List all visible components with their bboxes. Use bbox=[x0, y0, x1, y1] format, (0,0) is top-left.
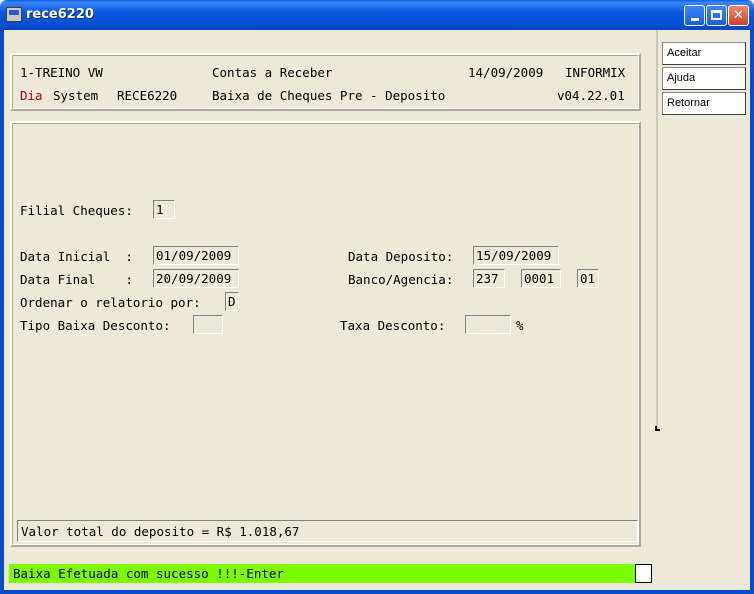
window-title: rece6220 bbox=[26, 7, 94, 22]
maximize-icon bbox=[711, 10, 722, 20]
ajuda-button[interactable]: Ajuda bbox=[662, 67, 746, 90]
filial-label: Filial Cheques: bbox=[20, 203, 133, 218]
taxa-desconto-label: Taxa Desconto: bbox=[340, 318, 446, 333]
maximize-button[interactable] bbox=[706, 5, 727, 26]
percent-sign: % bbox=[516, 318, 524, 333]
company-name: 1-TREINO VW bbox=[20, 65, 103, 80]
taxa-desconto-field[interactable] bbox=[465, 315, 511, 334]
data-final-label: Data Final : bbox=[20, 272, 133, 287]
dia-label: Dia bbox=[20, 88, 43, 103]
module-name: Contas a Receber bbox=[212, 65, 333, 80]
filial-field[interactable]: 1 bbox=[153, 200, 175, 219]
status-message: Baixa Efetuada com sucesso !!!-Enter bbox=[9, 564, 635, 583]
agencia-field[interactable]: 0001 bbox=[521, 269, 561, 288]
agencia-dv-field[interactable]: 01 bbox=[577, 269, 599, 288]
close-icon: ✕ bbox=[733, 8, 744, 23]
total-deposito-text: Valor total do deposito = R$ 1.018,67 bbox=[21, 524, 300, 539]
ordenar-label: Ordenar o relatorio por: bbox=[20, 295, 201, 310]
form-panel bbox=[10, 121, 641, 547]
program-code: RECE6220 bbox=[117, 88, 178, 103]
close-button[interactable]: ✕ bbox=[728, 5, 749, 26]
minimize-button[interactable] bbox=[684, 5, 705, 26]
data-inicial-label: Data Inicial : bbox=[20, 249, 133, 264]
title-bar[interactable]: rece6220 ✕ bbox=[0, 0, 754, 30]
data-inicial-field[interactable]: 01/09/2009 bbox=[153, 246, 239, 265]
retornar-button[interactable]: Retornar bbox=[662, 92, 746, 115]
database-name: INFORMIX bbox=[565, 65, 626, 80]
total-panel: Valor total do deposito = R$ 1.018,67 bbox=[17, 520, 638, 542]
data-deposito-label: Data Deposito: bbox=[348, 249, 454, 264]
tipo-baixa-label: Tipo Baixa Desconto: bbox=[20, 318, 171, 333]
enter-input[interactable] bbox=[635, 564, 652, 583]
screen-title: Baixa de Cheques Pre - Deposito bbox=[212, 88, 446, 103]
resize-grip[interactable] bbox=[655, 426, 660, 431]
system-label: System bbox=[53, 88, 99, 103]
header-date: 14/09/2009 bbox=[468, 65, 544, 80]
terminal-app-icon[interactable] bbox=[6, 7, 22, 22]
action-panel bbox=[656, 30, 754, 430]
data-final-field[interactable]: 20/09/2009 bbox=[153, 269, 239, 288]
tipo-baixa-field[interactable] bbox=[193, 315, 223, 334]
data-deposito-field[interactable]: 15/09/2009 bbox=[473, 246, 559, 265]
version-label: v04.22.01 bbox=[557, 88, 625, 103]
banco-field[interactable]: 237 bbox=[473, 269, 505, 288]
banco-agencia-label: Banco/Agencia: bbox=[348, 272, 454, 287]
minimize-icon bbox=[690, 18, 699, 21]
ordenar-field[interactable]: D bbox=[225, 292, 239, 311]
aceitar-button[interactable]: Aceitar bbox=[662, 42, 746, 65]
